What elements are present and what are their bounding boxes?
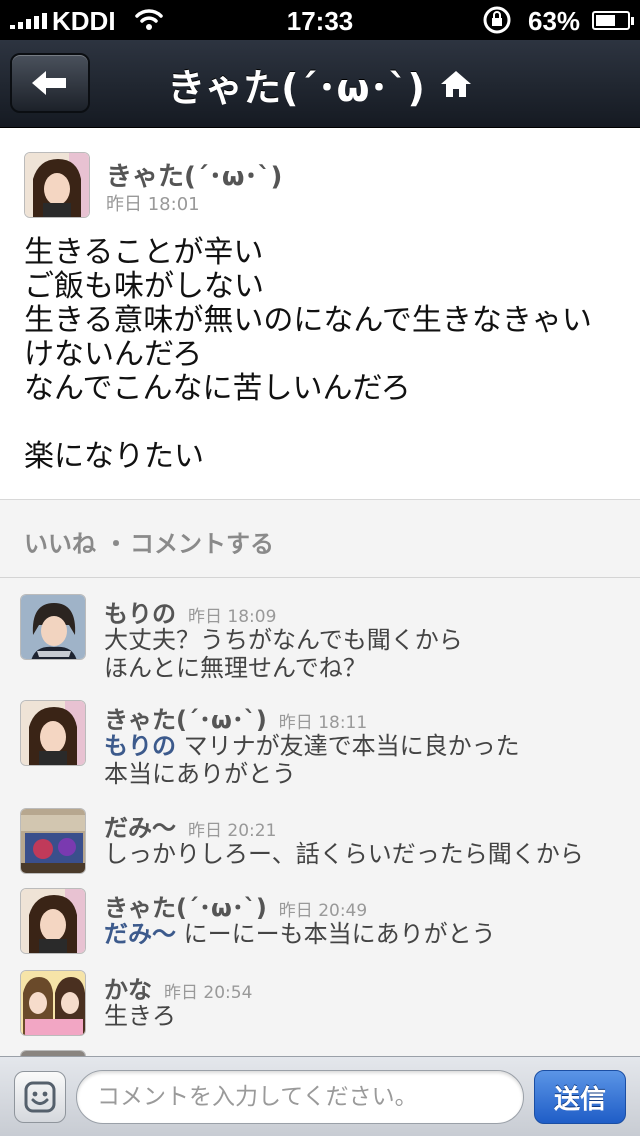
mention-link[interactable]: だみ〜 [104, 920, 176, 948]
commenter-name[interactable]: かな [104, 976, 152, 1004]
commenter-name[interactable]: きゃた(´･ω･`) [104, 894, 267, 922]
page-title: きゃた(´･ω･`) [167, 65, 425, 110]
mention-link[interactable]: もりの [104, 732, 176, 760]
comment-header: きゃた(´･ω･`) 昨日 20:49 [104, 888, 367, 923]
send-button[interactable]: 送信 [534, 1070, 626, 1124]
comment-text: 生きろ [104, 1002, 624, 1030]
post-line: 生きることが辛い [24, 235, 264, 270]
post-actions: いいね ・ コメントする [0, 500, 640, 578]
comment-text: もりの マリナが友達で本当に良かった 本当にありがとう [104, 732, 624, 788]
post-line [24, 406, 624, 440]
comment-line: だみ〜 にーにーも本当にありがとう [104, 920, 624, 948]
comment-timestamp: 昨日 20:21 [188, 821, 277, 841]
commenter-name[interactable]: きゃた(´･ω･`) [104, 706, 267, 734]
post-line: 生きる意味が無いのになんで生きなきゃい [24, 303, 592, 338]
comment-header: かな 昨日 20:54 [104, 970, 252, 1005]
comment-timestamp: 昨日 18:11 [278, 713, 368, 733]
comment-line: 本当にありがとう [104, 760, 296, 788]
comment-list[interactable]: もりの 昨日 18:09 大丈夫？うちがなんでも聞くから ほんとに無理せんでね？ … [0, 578, 640, 1056]
commenter-name[interactable]: もりの [104, 600, 176, 628]
post-timestamp: 昨日 18:01 [106, 194, 200, 215]
comment-line: 生きろ [104, 1002, 176, 1030]
battery-percent: 63% [528, 6, 581, 36]
comment-line: しっかりしろー、話くらいだったら聞くから [104, 840, 584, 868]
rotation-lock-icon [483, 6, 511, 34]
comment-timestamp: 昨日 20:54 [164, 983, 253, 1003]
status-bar: KDDI 17:33 63% [0, 0, 640, 40]
action-separator: ・ [104, 530, 128, 558]
comment-line: 大丈夫？うちがなんでも聞くから [104, 626, 463, 654]
comment-text: しっかりしろー、話くらいだったら聞くから [104, 840, 624, 868]
comment-link[interactable]: コメントする [130, 524, 274, 559]
avatar-photo [25, 153, 89, 217]
post-body: 生きることが辛い ご飯も味がしない 生きる意味が無いのになんで生きなきゃい けな… [24, 236, 624, 474]
comment-input[interactable] [76, 1070, 524, 1124]
emoji-button[interactable] [14, 1071, 66, 1123]
comment-timestamp: 昨日 18:09 [188, 607, 277, 627]
comment-text: だみ〜 にーにーも本当にありがとう [104, 920, 624, 948]
commenter-avatar[interactable] [20, 700, 86, 766]
post-line: ご飯も味がしない [24, 269, 264, 304]
battery-fill [596, 15, 615, 26]
post-author-avatar[interactable] [24, 152, 90, 218]
post-line: 楽になりたい [24, 439, 204, 474]
comment-header: だみ〜 昨日 20:21 [104, 808, 276, 843]
avatar-photo [21, 889, 85, 953]
comment-header: もりの 昨日 18:09 [104, 594, 276, 629]
nav-title-group: きゃた(´･ω･`) [0, 40, 640, 128]
avatar-photo [21, 971, 85, 1035]
comment-header: きゃた(´･ω･`) 昨日 18:11 [104, 700, 367, 735]
comment-line: ほんとに無理せんでね？ [104, 654, 367, 682]
commenter-avatar[interactable] [20, 594, 86, 660]
commenter-avatar[interactable] [20, 808, 86, 874]
like-link[interactable]: いいね [24, 524, 96, 559]
commenter-avatar[interactable] [20, 888, 86, 954]
battery-icon [592, 11, 634, 30]
home-icon[interactable] [439, 69, 473, 99]
compose-bar: 送信 [0, 1056, 640, 1136]
post-author-name[interactable]: きゃた(´･ω･`) [106, 156, 282, 193]
avatar-photo [21, 809, 85, 873]
post: きゃた(´･ω･`) 昨日 18:01 生きることが辛い ご飯も味がしない 生き… [0, 128, 640, 500]
commenter-avatar[interactable] [20, 970, 86, 1036]
smiley-icon [24, 1081, 56, 1113]
post-line: けないんだろ [24, 337, 203, 372]
commenter-name[interactable]: だみ〜 [104, 814, 176, 842]
post-line: なんでこんなに苦しいんだろ [24, 371, 411, 406]
comment-line-text: マリナが友達で本当に良かった [176, 732, 520, 760]
comment-timestamp: 昨日 20:49 [278, 901, 368, 921]
comment-line: もりの マリナが友達で本当に良かった [104, 732, 624, 760]
avatar-photo [21, 701, 85, 765]
avatar-photo [21, 595, 85, 659]
comment-text: 大丈夫？うちがなんでも聞くから ほんとに無理せんでね？ [104, 626, 624, 682]
comment-line-text: にーにーも本当にありがとう [176, 920, 496, 948]
nav-bar: きゃた(´･ω･`) [0, 40, 640, 128]
